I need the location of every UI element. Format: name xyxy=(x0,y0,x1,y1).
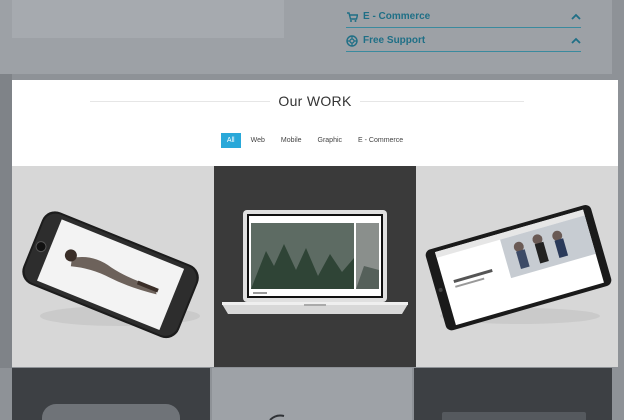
portfolio-item-bottom-middle[interactable] xyxy=(212,368,412,420)
accordion-item-free-support[interactable]: Free Support xyxy=(346,30,581,52)
filter-web[interactable]: Web xyxy=(245,133,271,148)
left-overlay-strip xyxy=(0,74,12,368)
filter-all[interactable]: All xyxy=(220,133,241,148)
filter-tabs: All Web Mobile Graphic E - Commerce xyxy=(12,133,618,148)
chevron-up-icon[interactable] xyxy=(571,37,581,45)
device-mockup-image xyxy=(442,412,586,420)
portfolio-item-bottom-right[interactable] xyxy=(414,368,612,420)
tablet-mockup-image xyxy=(425,204,612,331)
filter-mobile[interactable]: Mobile xyxy=(275,133,308,148)
portfolio-item-tablet[interactable] xyxy=(416,166,618,367)
lifebuoy-icon xyxy=(346,34,358,47)
section-title: Our WORK xyxy=(12,93,618,109)
accordion-label: E - Commerce xyxy=(363,11,431,22)
device-mockup-image xyxy=(269,414,285,420)
top-left-card xyxy=(12,0,284,38)
filter-ecommerce[interactable]: E - Commerce xyxy=(352,133,409,148)
accordion-label: Free Support xyxy=(363,35,426,46)
chevron-up-icon[interactable] xyxy=(571,13,581,21)
portfolio-item-laptop[interactable] xyxy=(214,166,416,367)
portfolio-item-bottom-left[interactable] xyxy=(12,368,210,420)
filter-graphic[interactable]: Graphic xyxy=(312,133,349,148)
device-mockup-image xyxy=(42,404,180,420)
phone-mockup-image xyxy=(22,211,200,339)
portfolio-item-phone[interactable] xyxy=(12,166,214,367)
our-work-section: Our WORK All Web Mobile Graphic E - Comm… xyxy=(12,80,618,166)
accordion-item-ecommerce[interactable]: E - Commerce xyxy=(346,6,581,28)
cart-icon xyxy=(347,11,358,22)
laptop-mockup-image xyxy=(222,210,408,314)
